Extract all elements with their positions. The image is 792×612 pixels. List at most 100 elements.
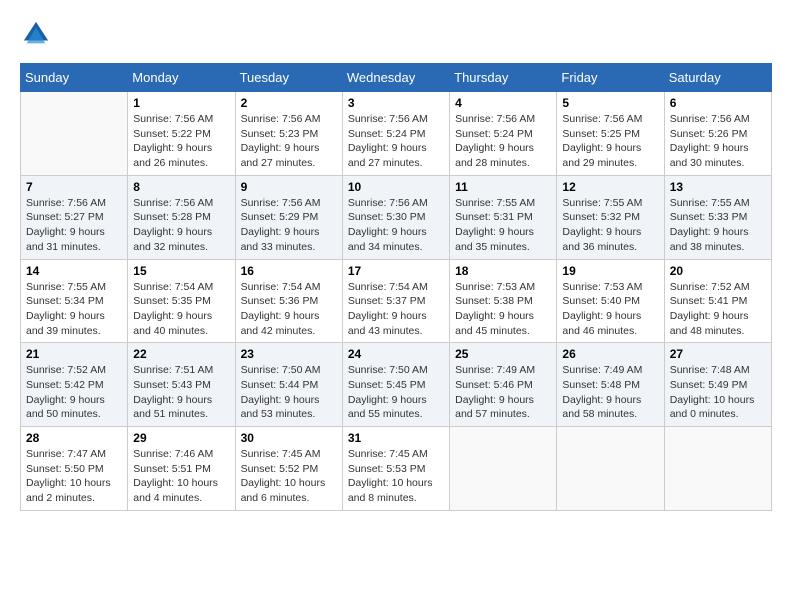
day-cell: 7 Sunrise: 7:56 AMSunset: 5:27 PMDaylight… — [21, 175, 128, 259]
column-header-sunday: Sunday — [21, 64, 128, 92]
day-info: Sunrise: 7:56 AMSunset: 5:30 PMDaylight:… — [348, 196, 444, 255]
day-info: Sunrise: 7:56 AMSunset: 5:24 PMDaylight:… — [348, 112, 444, 171]
day-cell: 14Sunrise: 7:55 AMSunset: 5:34 PMDayligh… — [21, 259, 128, 343]
day-cell — [450, 427, 557, 511]
day-info: Sunrise: 7:55 AMSunset: 5:34 PMDaylight:… — [26, 280, 122, 339]
column-header-monday: Monday — [128, 64, 235, 92]
day-number: 23 — [241, 347, 337, 361]
day-cell: 18 Sunrise: 7:53 AMSunset: 5:38 PMDayligh… — [450, 259, 557, 343]
day-cell: 26Sunrise: 7:49 AMSunset: 5:48 PMDayligh… — [557, 343, 664, 427]
day-cell: 3 Sunrise: 7:56 AMSunset: 5:24 PMDaylight… — [342, 92, 449, 176]
day-cell: 9 Sunrise: 7:56 AMSunset: 5:29 PMDaylight… — [235, 175, 342, 259]
week-row-4: 28 Sunrise: 7:47 AMSunset: 5:50 PMDayligh… — [21, 427, 772, 511]
day-info: Sunrise: 7:56 AMSunset: 5:27 PMDaylight:… — [26, 196, 122, 255]
week-row-0: 1 Sunrise: 7:56 AMSunset: 5:22 PMDaylight… — [21, 92, 772, 176]
day-number: 16 — [241, 264, 337, 278]
day-number: 5 — [562, 96, 658, 110]
day-cell: 23Sunrise: 7:50 AMSunset: 5:44 PMDayligh… — [235, 343, 342, 427]
day-number: 30 — [241, 431, 337, 445]
day-number: 15 — [133, 264, 229, 278]
day-info: Sunrise: 7:50 AMSunset: 5:45 PMDaylight:… — [348, 363, 444, 422]
day-info: Sunrise: 7:45 AMSunset: 5:52 PMDaylight:… — [241, 447, 337, 506]
day-number: 10 — [348, 180, 444, 194]
day-info: Sunrise: 7:54 AMSunset: 5:35 PMDaylight:… — [133, 280, 229, 339]
day-cell: 5 Sunrise: 7:56 AMSunset: 5:25 PMDaylight… — [557, 92, 664, 176]
day-cell: 31 Sunrise: 7:45 AMSunset: 5:53 PMDayligh… — [342, 427, 449, 511]
calendar-table: SundayMondayTuesdayWednesdayThursdayFrid… — [20, 63, 772, 511]
day-number: 22 — [133, 347, 229, 361]
week-row-3: 21 Sunrise: 7:52 AMSunset: 5:42 PMDayligh… — [21, 343, 772, 427]
day-number: 2 — [241, 96, 337, 110]
day-cell: 30 Sunrise: 7:45 AMSunset: 5:52 PMDayligh… — [235, 427, 342, 511]
day-number: 19 — [562, 264, 658, 278]
column-header-saturday: Saturday — [664, 64, 771, 92]
day-cell: 27Sunrise: 7:48 AMSunset: 5:49 PMDayligh… — [664, 343, 771, 427]
day-info: Sunrise: 7:56 AMSunset: 5:25 PMDaylight:… — [562, 112, 658, 171]
day-number: 1 — [133, 96, 229, 110]
day-number: 9 — [241, 180, 337, 194]
column-header-thursday: Thursday — [450, 64, 557, 92]
day-cell: 16 Sunrise: 7:54 AMSunset: 5:36 PMDayligh… — [235, 259, 342, 343]
day-number: 24 — [348, 347, 444, 361]
day-cell: 28 Sunrise: 7:47 AMSunset: 5:50 PMDayligh… — [21, 427, 128, 511]
day-info: Sunrise: 7:56 AMSunset: 5:22 PMDaylight:… — [133, 112, 229, 171]
column-header-wednesday: Wednesday — [342, 64, 449, 92]
day-number: 17 — [348, 264, 444, 278]
header — [20, 20, 772, 53]
day-number: 20 — [670, 264, 766, 278]
day-number: 27 — [670, 347, 766, 361]
day-cell: 21 Sunrise: 7:52 AMSunset: 5:42 PMDayligh… — [21, 343, 128, 427]
day-info: Sunrise: 7:47 AMSunset: 5:50 PMDaylight:… — [26, 447, 122, 506]
day-cell: 2 Sunrise: 7:56 AMSunset: 5:23 PMDaylight… — [235, 92, 342, 176]
day-info: Sunrise: 7:53 AMSunset: 5:38 PMDaylight:… — [455, 280, 551, 339]
day-cell: 19 Sunrise: 7:53 AMSunset: 5:40 PMDayligh… — [557, 259, 664, 343]
day-number: 12 — [562, 180, 658, 194]
day-cell: 1 Sunrise: 7:56 AMSunset: 5:22 PMDaylight… — [128, 92, 235, 176]
logo-icon — [22, 20, 50, 48]
day-cell: 29Sunrise: 7:46 AMSunset: 5:51 PMDayligh… — [128, 427, 235, 511]
day-cell: 15 Sunrise: 7:54 AMSunset: 5:35 PMDayligh… — [128, 259, 235, 343]
day-info: Sunrise: 7:51 AMSunset: 5:43 PMDaylight:… — [133, 363, 229, 422]
day-info: Sunrise: 7:52 AMSunset: 5:42 PMDaylight:… — [26, 363, 122, 422]
day-cell: 10 Sunrise: 7:56 AMSunset: 5:30 PMDayligh… — [342, 175, 449, 259]
day-info: Sunrise: 7:52 AMSunset: 5:41 PMDaylight:… — [670, 280, 766, 339]
day-cell: 20 Sunrise: 7:52 AMSunset: 5:41 PMDayligh… — [664, 259, 771, 343]
day-number: 21 — [26, 347, 122, 361]
day-number: 8 — [133, 180, 229, 194]
day-info: Sunrise: 7:55 AMSunset: 5:31 PMDaylight:… — [455, 196, 551, 255]
day-number: 13 — [670, 180, 766, 194]
day-info: Sunrise: 7:56 AMSunset: 5:29 PMDaylight:… — [241, 196, 337, 255]
day-info: Sunrise: 7:53 AMSunset: 5:40 PMDaylight:… — [562, 280, 658, 339]
page: SundayMondayTuesdayWednesdayThursdayFrid… — [0, 0, 792, 521]
day-cell: 12Sunrise: 7:55 AMSunset: 5:32 PMDayligh… — [557, 175, 664, 259]
day-info: Sunrise: 7:56 AMSunset: 5:28 PMDaylight:… — [133, 196, 229, 255]
day-info: Sunrise: 7:55 AMSunset: 5:33 PMDaylight:… — [670, 196, 766, 255]
day-number: 28 — [26, 431, 122, 445]
column-header-friday: Friday — [557, 64, 664, 92]
day-info: Sunrise: 7:56 AMSunset: 5:24 PMDaylight:… — [455, 112, 551, 171]
week-row-1: 7 Sunrise: 7:56 AMSunset: 5:27 PMDaylight… — [21, 175, 772, 259]
day-info: Sunrise: 7:56 AMSunset: 5:26 PMDaylight:… — [670, 112, 766, 171]
day-info: Sunrise: 7:54 AMSunset: 5:37 PMDaylight:… — [348, 280, 444, 339]
day-number: 3 — [348, 96, 444, 110]
day-number: 7 — [26, 180, 122, 194]
column-header-tuesday: Tuesday — [235, 64, 342, 92]
day-cell: 13 Sunrise: 7:55 AMSunset: 5:33 PMDayligh… — [664, 175, 771, 259]
day-cell — [557, 427, 664, 511]
day-info: Sunrise: 7:45 AMSunset: 5:53 PMDaylight:… — [348, 447, 444, 506]
day-number: 18 — [455, 264, 551, 278]
day-info: Sunrise: 7:56 AMSunset: 5:23 PMDaylight:… — [241, 112, 337, 171]
day-number: 6 — [670, 96, 766, 110]
day-cell: 17 Sunrise: 7:54 AMSunset: 5:37 PMDayligh… — [342, 259, 449, 343]
week-row-2: 14Sunrise: 7:55 AMSunset: 5:34 PMDayligh… — [21, 259, 772, 343]
day-cell: 4 Sunrise: 7:56 AMSunset: 5:24 PMDaylight… — [450, 92, 557, 176]
day-cell: 11Sunrise: 7:55 AMSunset: 5:31 PMDayligh… — [450, 175, 557, 259]
day-number: 4 — [455, 96, 551, 110]
day-number: 31 — [348, 431, 444, 445]
day-number: 26 — [562, 347, 658, 361]
day-cell: 24 Sunrise: 7:50 AMSunset: 5:45 PMDayligh… — [342, 343, 449, 427]
day-info: Sunrise: 7:49 AMSunset: 5:46 PMDaylight:… — [455, 363, 551, 422]
day-cell — [664, 427, 771, 511]
day-info: Sunrise: 7:54 AMSunset: 5:36 PMDaylight:… — [241, 280, 337, 339]
day-cell: 22 Sunrise: 7:51 AMSunset: 5:43 PMDayligh… — [128, 343, 235, 427]
